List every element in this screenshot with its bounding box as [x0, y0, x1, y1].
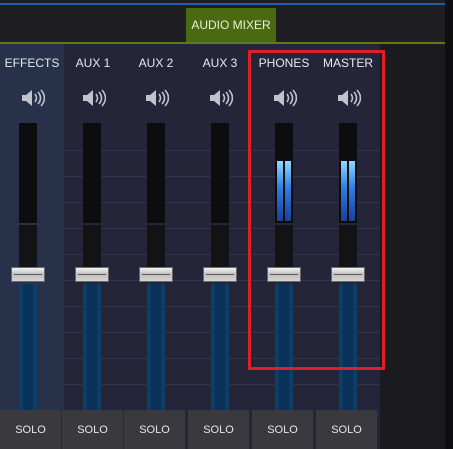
fader-knob[interactable] — [139, 267, 173, 282]
channel-label: EFFECTS — [4, 56, 60, 70]
fader-track[interactable] — [211, 284, 229, 410]
fader-track[interactable] — [19, 284, 37, 410]
meter-lower-well — [83, 225, 101, 269]
solo-button-phones[interactable]: SOLO — [252, 410, 314, 449]
channel-strip-aux-3: AUX 3 — [188, 44, 252, 410]
fader-track[interactable] — [83, 284, 101, 410]
channel-label: AUX 2 — [138, 56, 174, 70]
fader-knob[interactable] — [203, 267, 237, 282]
fader-knob[interactable] — [11, 267, 45, 282]
solo-button-aux-1[interactable]: SOLO — [62, 410, 124, 449]
right-edge — [445, 0, 453, 449]
speaker-volume-icon[interactable] — [19, 88, 45, 108]
level-meter — [147, 123, 165, 223]
level-meter — [211, 123, 229, 223]
solo-button-aux-3[interactable]: SOLO — [188, 410, 250, 449]
solo-button-aux-2[interactable]: SOLO — [124, 410, 186, 449]
meter-lower-well — [19, 225, 37, 269]
solo-button-master[interactable]: SOLO — [316, 410, 378, 449]
speaker-volume-icon[interactable] — [207, 88, 233, 108]
channel-strip-effects: EFFECTS — [0, 44, 64, 410]
fader-track[interactable] — [147, 284, 165, 410]
channel-strip-aux-2: AUX 2 — [124, 44, 188, 410]
top-accent-line — [0, 3, 445, 5]
channel-label: AUX 1 — [75, 56, 111, 70]
highlight-box — [248, 50, 385, 370]
channel-label: AUX 3 — [202, 56, 238, 70]
tab-audio-mixer[interactable]: AUDIO MIXER — [186, 8, 276, 42]
meter-lower-well — [211, 225, 229, 269]
solo-button-effects[interactable]: SOLO — [0, 410, 62, 449]
speaker-volume-icon[interactable] — [143, 88, 169, 108]
fader-knob[interactable] — [75, 267, 109, 282]
level-meter — [83, 123, 101, 223]
top-bar: AUDIO MIXER — [0, 0, 453, 44]
level-meter — [19, 123, 37, 223]
channel-strip-aux-1: AUX 1 — [61, 44, 125, 410]
speaker-volume-icon[interactable] — [80, 88, 106, 108]
meter-lower-well — [147, 225, 165, 269]
